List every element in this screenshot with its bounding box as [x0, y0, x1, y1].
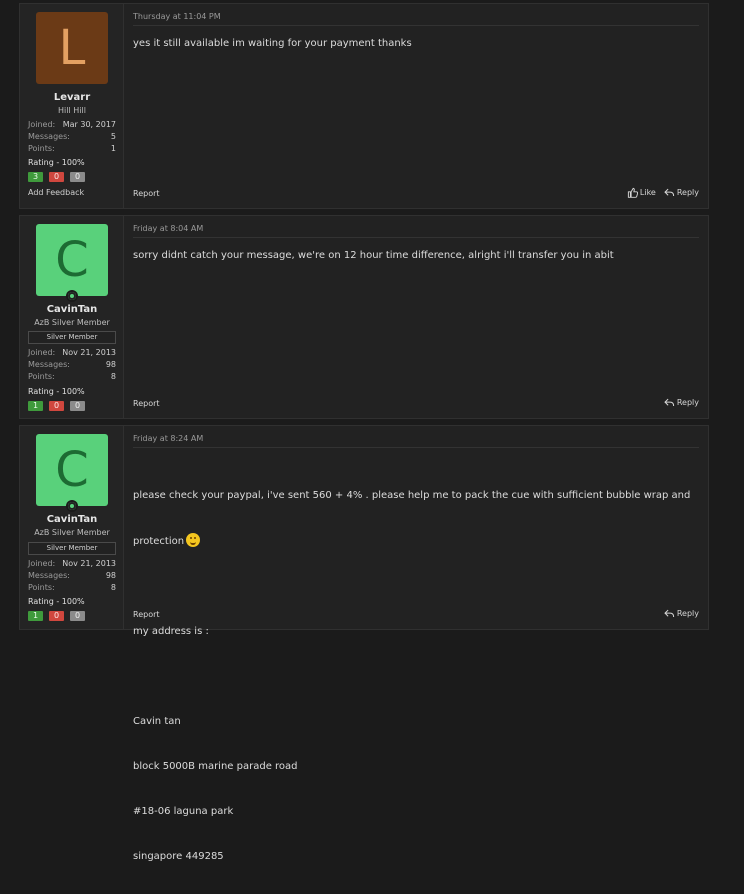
avatar[interactable]: L: [36, 12, 108, 84]
joined-stat: Joined: Nov 21, 2013: [28, 348, 116, 357]
report-link[interactable]: Report: [133, 189, 160, 198]
username-link[interactable]: CavinTan: [20, 514, 124, 525]
reply-icon: [664, 397, 675, 408]
points-stat: Points: 8: [28, 372, 116, 381]
divider: [133, 237, 699, 238]
address-line: Cavin tan: [133, 716, 181, 727]
user-banner: Silver Member: [28, 542, 116, 555]
username-link[interactable]: CavinTan: [20, 304, 124, 315]
feedback-badges: 3 0 0: [28, 172, 85, 182]
report-link[interactable]: Report: [133, 610, 160, 619]
negative-feedback-badge[interactable]: 0: [49, 401, 64, 411]
user-banner: Silver Member: [28, 331, 116, 344]
post-content: Friday at 8:24 AM please check your payp…: [124, 426, 708, 862]
feedback-badges: 1 0 0: [28, 401, 85, 411]
messages-stat: Messages: 98: [28, 571, 116, 580]
positive-feedback-badge[interactable]: 3: [28, 172, 43, 182]
neutral-feedback-badge[interactable]: 0: [70, 401, 85, 411]
message-line: protection: [133, 533, 696, 549]
positive-feedback-badge[interactable]: 1: [28, 401, 43, 411]
online-status-icon: [66, 500, 78, 512]
post-date[interactable]: Friday at 8:24 AM: [133, 434, 203, 443]
post-content: Friday at 8:04 AM sorry didnt catch your…: [124, 216, 708, 418]
rating-text: Rating - 100%: [28, 158, 85, 167]
feedback-badges: 1 0 0: [28, 611, 85, 621]
reply-icon: [664, 608, 675, 619]
post-message: yes it still available im waiting for yo…: [133, 38, 412, 49]
reply-icon: [664, 187, 675, 198]
reply-label: Reply: [676, 609, 699, 618]
post-message: sorry didnt catch your message, we're on…: [133, 250, 614, 261]
post-actions: Like Reply: [627, 187, 699, 198]
thumbs-up-icon: [627, 187, 638, 198]
message-line: please check your paypal, i've sent 560 …: [133, 490, 691, 501]
post-content: Thursday at 11:04 PM yes it still availa…: [124, 4, 708, 208]
address-intro: my address is :: [133, 626, 209, 637]
report-link[interactable]: Report: [133, 399, 160, 408]
positive-feedback-badge[interactable]: 1: [28, 611, 43, 621]
user-title: AzB Silver Member: [34, 528, 110, 537]
divider: [133, 25, 699, 26]
user-panel: C CavinTan AzB Silver Member Silver Memb…: [20, 426, 124, 629]
post: L Levarr Hill Hill Joined: Mar 30, 2017 M…: [19, 3, 709, 209]
messages-stat: Messages: 98: [28, 360, 116, 369]
post: C CavinTan AzB Silver Member Silver Memb…: [19, 425, 709, 862]
address-line: block 5000B marine parade road: [133, 761, 298, 772]
rating-text: Rating - 100%: [28, 387, 85, 396]
points-stat: Points: 1: [28, 144, 116, 153]
post-message: please check your paypal, i've sent 560 …: [133, 458, 696, 894]
post-actions: Reply: [664, 608, 699, 619]
post-date[interactable]: Friday at 8:04 AM: [133, 224, 203, 233]
post-actions: Reply: [664, 397, 699, 408]
reply-label: Reply: [676, 188, 699, 197]
points-stat: Points: 8: [28, 583, 116, 592]
reply-button[interactable]: Reply: [664, 187, 699, 198]
add-feedback-link[interactable]: Add Feedback: [28, 188, 84, 197]
joined-stat: Joined: Mar 30, 2017: [28, 120, 116, 129]
smile-emoji-icon: [186, 533, 201, 547]
like-button[interactable]: Like: [627, 187, 656, 198]
user-panel: C CavinTan AzB Silver Member Silver Memb…: [20, 216, 124, 418]
user-title: AzB Silver Member: [34, 318, 110, 327]
user-panel: L Levarr Hill Hill Joined: Mar 30, 2017 M…: [20, 4, 124, 208]
messages-stat: Messages: 5: [28, 132, 116, 141]
negative-feedback-badge[interactable]: 0: [49, 611, 64, 621]
divider: [133, 447, 699, 448]
post: C CavinTan AzB Silver Member Silver Memb…: [19, 215, 709, 419]
reply-button[interactable]: Reply: [664, 397, 699, 408]
avatar[interactable]: C: [36, 434, 108, 506]
address-line: #18-06 laguna park: [133, 806, 234, 817]
joined-stat: Joined: Nov 21, 2013: [28, 559, 116, 568]
username-link[interactable]: Levarr: [20, 92, 124, 103]
reply-label: Reply: [676, 398, 699, 407]
neutral-feedback-badge[interactable]: 0: [70, 172, 85, 182]
like-label: Like: [639, 188, 656, 197]
rating-text: Rating - 100%: [28, 597, 85, 606]
address-line: singapore 449285: [133, 851, 224, 862]
online-status-icon: [66, 290, 78, 302]
post-date[interactable]: Thursday at 11:04 PM: [133, 12, 221, 21]
neutral-feedback-badge[interactable]: 0: [70, 611, 85, 621]
avatar[interactable]: C: [36, 224, 108, 296]
reply-button[interactable]: Reply: [664, 608, 699, 619]
negative-feedback-badge[interactable]: 0: [49, 172, 64, 182]
user-title: Hill Hill: [58, 106, 86, 115]
